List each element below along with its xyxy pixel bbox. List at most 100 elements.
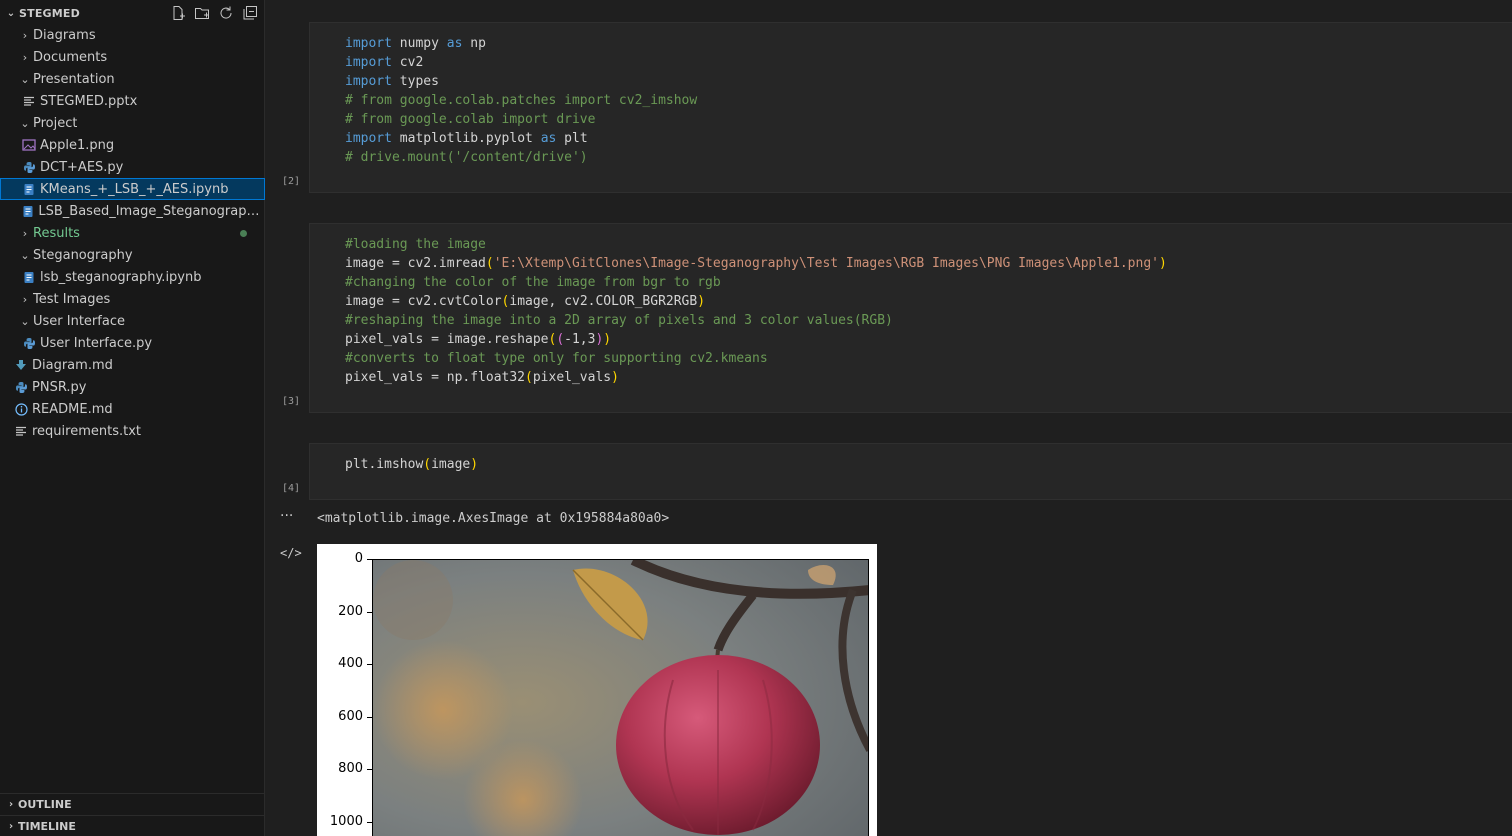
tree-folder[interactable]: ⌄ User Interface <box>0 310 265 332</box>
tree-item-label: Diagrams <box>33 27 96 43</box>
execution-count: [3] <box>282 396 301 407</box>
code-token: image, cv2.COLOR_BGR2RGB <box>509 294 698 309</box>
refresh-icon[interactable] <box>218 5 234 21</box>
file-tree: › Diagrams › Documents ⌄ Presentation STEGMED.… <box>0 24 265 442</box>
tree-item-label: README.md <box>32 401 113 417</box>
tree-folder[interactable]: › Test Images <box>0 288 265 310</box>
notebook-file-icon <box>22 204 34 218</box>
code-token: 'E:\Xtemp\GitClones\Image-Steganography\… <box>493 256 1159 271</box>
tree-file[interactable]: STEGMED.pptx <box>0 90 265 112</box>
code-line: # from google.colab import drive <box>345 110 1512 129</box>
tree-file[interactable]: User Interface.py <box>0 332 265 354</box>
y-tick-label: 400 <box>338 656 363 672</box>
tree-item-label: Test Images <box>33 291 111 307</box>
notebook-file-icon <box>22 182 36 196</box>
tree-file[interactable]: Diagram.md <box>0 354 265 376</box>
code-token: matplotlib.pyplot <box>391 131 541 146</box>
code-line: #converts to float type only for support… <box>345 349 1512 368</box>
collapse-all-icon[interactable] <box>242 5 258 21</box>
image-file-icon <box>22 138 36 152</box>
y-tick-mark <box>367 559 372 560</box>
tree-file[interactable]: requirements.txt <box>0 420 265 442</box>
explorer-actions <box>170 5 258 21</box>
modified-dot-icon <box>240 229 247 237</box>
plot-axes <box>372 559 869 836</box>
explorer-sidebar: ⌄ STEGMED › Diagrams › Documents ⌄ Presentati… <box>0 0 265 836</box>
code-cell[interactable]: plt.imshow(image) <box>309 443 1512 500</box>
code-token: #reshaping the image into a 2D array of … <box>345 313 893 328</box>
tree-file[interactable]: LSB_Based_Image_Steganography.ipy... <box>0 200 265 222</box>
code-token: image = cv2.imread <box>345 256 486 271</box>
y-tick-label: 600 <box>338 708 363 724</box>
code-line: image = cv2.cvtColor(image, cv2.COLOR_BG… <box>345 292 1512 311</box>
text-file-icon <box>14 424 28 438</box>
tree-file[interactable]: KMeans_+_LSB_+_AES.ipynb <box>0 178 265 200</box>
tree-file[interactable]: Apple1.png <box>0 134 265 156</box>
tree-file[interactable]: lsb_steganography.ipynb <box>0 266 265 288</box>
code-token: pixel_vals <box>532 370 612 385</box>
tree-file[interactable]: DCT+AES.py <box>0 156 265 178</box>
code-line: #reshaping the image into a 2D array of … <box>345 311 1512 330</box>
code-icon[interactable]: </> <box>280 546 302 560</box>
cell-code[interactable]: plt.imshow(image) <box>310 444 1512 474</box>
y-tick-mark <box>367 611 372 613</box>
tree-file[interactable]: PNSR.py <box>0 376 265 398</box>
new-file-icon[interactable] <box>170 5 186 21</box>
cell-code[interactable]: import numpy as np import cv2 import types… <box>310 23 1512 167</box>
tree-item-label: DCT+AES.py <box>40 159 124 175</box>
tree-folder[interactable]: › Documents <box>0 46 265 68</box>
y-tick-mark <box>367 716 372 718</box>
tree-item-label: lsb_steganography.ipynb <box>40 269 202 285</box>
code-line: # from google.colab.patches import cv2_i… <box>345 91 1512 110</box>
cell-code[interactable]: #loading the image image = cv2.imread('E:… <box>310 224 1512 387</box>
output-more-icon[interactable]: ··· <box>280 508 293 524</box>
tree-file[interactable]: README.md <box>0 398 265 420</box>
code-token: ) <box>697 294 706 309</box>
chevron-right-icon: › <box>22 226 28 240</box>
y-tick-mark <box>367 822 372 823</box>
code-cell[interactable]: import numpy as np import cv2 import types… <box>309 22 1512 193</box>
code-token: numpy <box>391 36 447 51</box>
tree-item-label: Steganography <box>33 247 133 263</box>
outline-pane-header[interactable]: › OUTLINE <box>0 793 265 815</box>
outline-label: OUTLINE <box>18 798 72 811</box>
chevron-down-icon: ⌄ <box>20 314 30 328</box>
workspace-title: STEGMED <box>19 6 80 20</box>
code-token: -1,3 <box>564 332 596 347</box>
code-token: cv2 <box>391 55 424 70</box>
output-text: <matplotlib.image.AxesImage at 0x195884a… <box>317 511 670 526</box>
tree-item-label: KMeans_+_LSB_+_AES.ipynb <box>40 181 229 197</box>
chevron-right-icon: › <box>8 821 14 832</box>
text-file-icon <box>22 94 36 108</box>
code-token: # drive.mount('/content/drive') <box>345 150 588 165</box>
chevron-down-icon: ⌄ <box>20 72 30 86</box>
code-token: #changing the color of the image from bg… <box>345 275 721 290</box>
tree-folder[interactable]: ⌄ Steganography <box>0 244 265 266</box>
timeline-pane-header[interactable]: › TIMELINE <box>0 815 265 836</box>
tree-folder[interactable]: ⌄ Project <box>0 112 265 134</box>
chevron-down-icon: ⌄ <box>20 116 30 130</box>
code-token: ) <box>603 332 612 347</box>
code-line: import cv2 <box>345 53 1512 72</box>
code-token: plt.imshow <box>345 457 424 472</box>
code-line: pixel_vals = np.float32(pixel_vals) <box>345 368 1512 387</box>
chevron-right-icon: › <box>8 799 14 810</box>
tree-item-label: Results <box>33 225 80 241</box>
new-folder-icon[interactable] <box>194 5 210 21</box>
code-token: import <box>345 55 392 70</box>
code-token: ) <box>611 370 619 385</box>
code-token: ( <box>485 256 494 271</box>
code-token: ) <box>1159 256 1167 271</box>
code-line: import matplotlib.pyplot as plt <box>345 129 1512 148</box>
code-cell[interactable]: #loading the image image = cv2.imread('E:… <box>309 223 1512 413</box>
code-token: image <box>431 457 471 472</box>
tree-folder[interactable]: › Results <box>0 222 265 244</box>
y-tick-mark <box>367 664 372 666</box>
apple-image <box>373 560 868 836</box>
tree-item-label: LSB_Based_Image_Steganography.ipy... <box>38 203 265 219</box>
code-line: #changing the color of the image from bg… <box>345 273 1512 292</box>
tree-folder[interactable]: › Diagrams <box>0 24 265 46</box>
tree-folder[interactable]: ⌄ Presentation <box>0 68 265 90</box>
timeline-label: TIMELINE <box>18 820 76 833</box>
tree-item-label: Apple1.png <box>40 137 115 153</box>
